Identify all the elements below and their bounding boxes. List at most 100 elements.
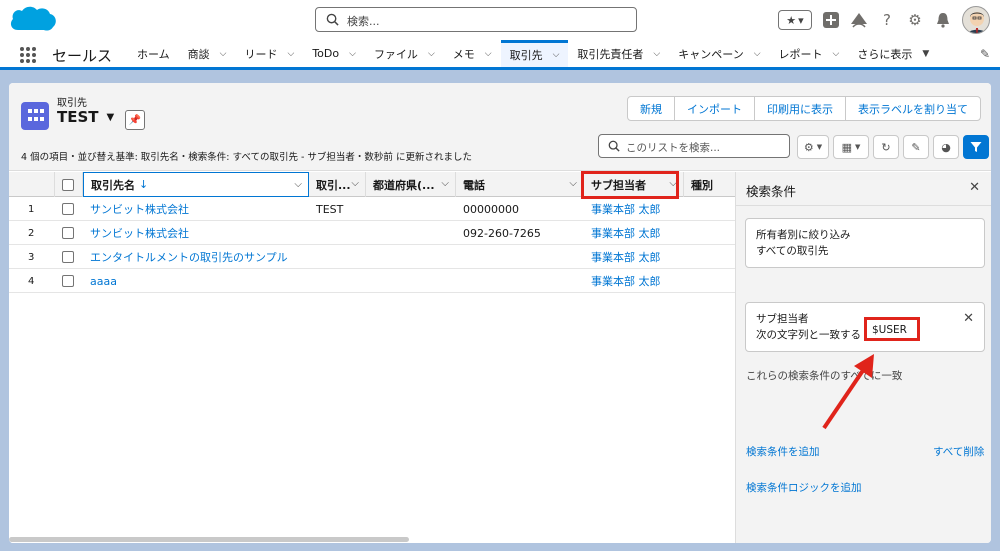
charts-button[interactable]: ◕ (933, 135, 959, 159)
chevron-down-icon[interactable]: ⌵ (833, 49, 840, 59)
nav-item-todo[interactable]: ToDo ⌵ (303, 40, 365, 67)
import-button[interactable]: インポート (674, 97, 754, 120)
trailhead-icon[interactable] (850, 11, 868, 29)
column-header-prefecture[interactable]: 都道府県(... ⌵ (366, 172, 456, 197)
list-search-placeholder: このリストを検索... (626, 142, 721, 154)
account-name-link[interactable]: エンタイトルメントの取引先のサンプル (83, 245, 288, 269)
account-name-link[interactable]: サンビット株式会社 (83, 221, 189, 245)
nav-item-notes[interactable]: メモ ⌵ (444, 40, 501, 67)
chevron-down-icon[interactable]: ⌵ (485, 49, 492, 59)
phone-cell: 092-260-7265 (463, 226, 541, 240)
sub-owner-link[interactable]: 事業本部 太郎 (584, 197, 661, 221)
chevron-down-icon[interactable]: ⌵ (754, 49, 761, 59)
pin-list-icon[interactable]: 📌 (125, 110, 145, 130)
chevron-down-icon[interactable]: ⌵ (288, 49, 295, 59)
remove-all-link[interactable]: すべて削除 (933, 444, 984, 459)
column-label: 電話 (463, 178, 485, 192)
row-checkbox[interactable] (62, 203, 74, 215)
caret-down-icon: ▼ (855, 143, 861, 151)
chevron-down-icon[interactable]: ⌵ (428, 49, 435, 59)
search-icon (326, 13, 339, 26)
table-row: 1 サンビット株式会社 TEST 00000000 事業本部 太郎 (9, 197, 735, 221)
caret-down-icon[interactable]: ▼ (922, 49, 929, 59)
new-button[interactable]: 新規 (628, 97, 674, 120)
filter-funnel-icon (970, 142, 982, 152)
app-navigation-bar: セールス ホーム 商談 ⌵ リード ⌵ ToDo ⌵ ファイル ⌵ メモ ⌵ 取引先 ⌵ 取… (0, 40, 1000, 70)
assign-label-button[interactable]: 表示ラベルを割り当て (845, 97, 980, 120)
chevron-down-icon[interactable]: ⌵ (653, 49, 660, 59)
nav-item-label: ファイル (373, 47, 418, 61)
sub-owner-link[interactable]: 事業本部 太郎 (584, 269, 661, 293)
global-header: 検索... ★ ▾ ? ⚙ (0, 0, 1000, 40)
edit-nav-pencil-icon[interactable]: ✎ (980, 47, 990, 61)
setup-gear-icon[interactable]: ⚙ (906, 11, 924, 29)
sub-owner-link[interactable]: 事業本部 太郎 (584, 245, 661, 269)
select-all-checkbox[interactable] (62, 178, 74, 191)
nav-item-accounts[interactable]: 取引先 ⌵ (500, 40, 569, 67)
global-actions-icon[interactable] (822, 11, 840, 29)
user-avatar[interactable] (962, 6, 990, 34)
chevron-down-icon[interactable]: ⌵ (553, 50, 560, 60)
nav-item-reports[interactable]: レポート ⌵ (770, 40, 849, 67)
chevron-down-icon[interactable]: ⌵ (441, 178, 449, 189)
printable-view-button[interactable]: 印刷用に表示 (754, 97, 845, 120)
owner-filter-card[interactable]: 所有者別に絞り込み すべての取引先 (745, 218, 985, 268)
remove-condition-close-icon[interactable]: ✕ (963, 311, 974, 327)
nav-item-files[interactable]: ファイル ⌵ (365, 40, 444, 67)
chevron-down-icon[interactable]: ⌵ (569, 178, 577, 189)
nav-items: ホーム 商談 ⌵ リード ⌵ ToDo ⌵ ファイル ⌵ メモ ⌵ 取引先 ⌵ 取引先責任者… (128, 40, 938, 67)
horizontal-scrollbar[interactable] (9, 537, 409, 542)
chevron-down-icon[interactable]: ⌵ (294, 179, 302, 190)
nav-item-leads[interactable]: リード ⌵ (236, 40, 304, 67)
row-checkbox[interactable] (62, 227, 74, 239)
nav-item-more[interactable]: さらに表示 ▼ (848, 40, 938, 67)
app-launcher-icon[interactable] (20, 47, 36, 63)
nav-item-campaigns[interactable]: キャンペーン ⌵ (669, 40, 769, 67)
account-name-link[interactable]: サンビット株式会社 (83, 197, 189, 221)
row-number: 2 (28, 227, 35, 239)
sort-descending-arrow-icon: ↓ (139, 178, 149, 191)
global-search-input[interactable]: 検索... (315, 7, 637, 32)
column-header-account-name[interactable]: 取引先名 ↓ ⌵ (83, 172, 309, 197)
chevron-down-icon[interactable]: ⌵ (220, 49, 227, 59)
nav-item-label: 取引先 (509, 49, 543, 62)
list-settings-button[interactable]: ⚙ ▼ (797, 135, 829, 159)
close-icon[interactable]: ✕ (969, 180, 980, 195)
row-number: 3 (28, 251, 35, 263)
add-filter-logic-link[interactable]: 検索条件ロジックを追加 (746, 480, 862, 495)
sub-owner-link[interactable]: 事業本部 太郎 (584, 221, 661, 245)
caret-down-icon: ▼ (816, 143, 823, 151)
list-search-input[interactable]: このリストを検索... (598, 134, 790, 158)
header-utilities: ★ ▾ ? ⚙ (778, 6, 990, 34)
nav-item-opportunities[interactable]: 商談 ⌵ (179, 40, 236, 67)
row-checkbox-cell (55, 221, 74, 245)
chevron-down-icon[interactable]: ⌵ (349, 49, 356, 59)
add-filter-link[interactable]: 検索条件を追加 (746, 444, 820, 459)
inline-edit-button[interactable]: ✎ (903, 135, 929, 159)
favorites-button[interactable]: ★ ▾ (778, 10, 812, 30)
salesforce-logo-icon[interactable] (8, 4, 58, 36)
column-header-type[interactable]: 取引... ⌵ (309, 172, 366, 197)
account-name-link[interactable]: aaaa (83, 269, 117, 293)
display-as-button[interactable]: ▦ ▼ (833, 135, 869, 159)
row-checkbox[interactable] (62, 251, 74, 263)
filter-panel: 検索条件 ✕ 所有者別に絞り込み すべての取引先 これらの検索条件のすべてに一致… (735, 172, 991, 543)
nav-item-label: ToDo (312, 47, 340, 60)
star-icon: ★ (786, 13, 797, 27)
owner-filter-label: 所有者別に絞り込み (756, 229, 851, 241)
help-icon[interactable]: ? (878, 11, 896, 29)
nav-item-contacts[interactable]: 取引先責任者 ⌵ (568, 40, 669, 67)
chevron-down-icon[interactable]: ⌵ (351, 178, 359, 189)
type-cell (309, 245, 316, 269)
filters-button[interactable] (963, 135, 989, 159)
notifications-bell-icon[interactable] (934, 11, 952, 29)
list-view-picker[interactable]: TEST ▼ (57, 108, 114, 126)
filter-panel-title: 検索条件 (746, 184, 797, 199)
row-checkbox-cell (55, 197, 74, 221)
row-checkbox[interactable] (62, 275, 74, 287)
column-header-kind[interactable]: 種別 (684, 172, 735, 197)
refresh-button[interactable]: ↻ (873, 135, 899, 159)
column-header-phone[interactable]: 電話 ⌵ (456, 172, 584, 197)
nav-item-home[interactable]: ホーム (128, 40, 179, 67)
pie-chart-icon: ◕ (941, 140, 951, 154)
